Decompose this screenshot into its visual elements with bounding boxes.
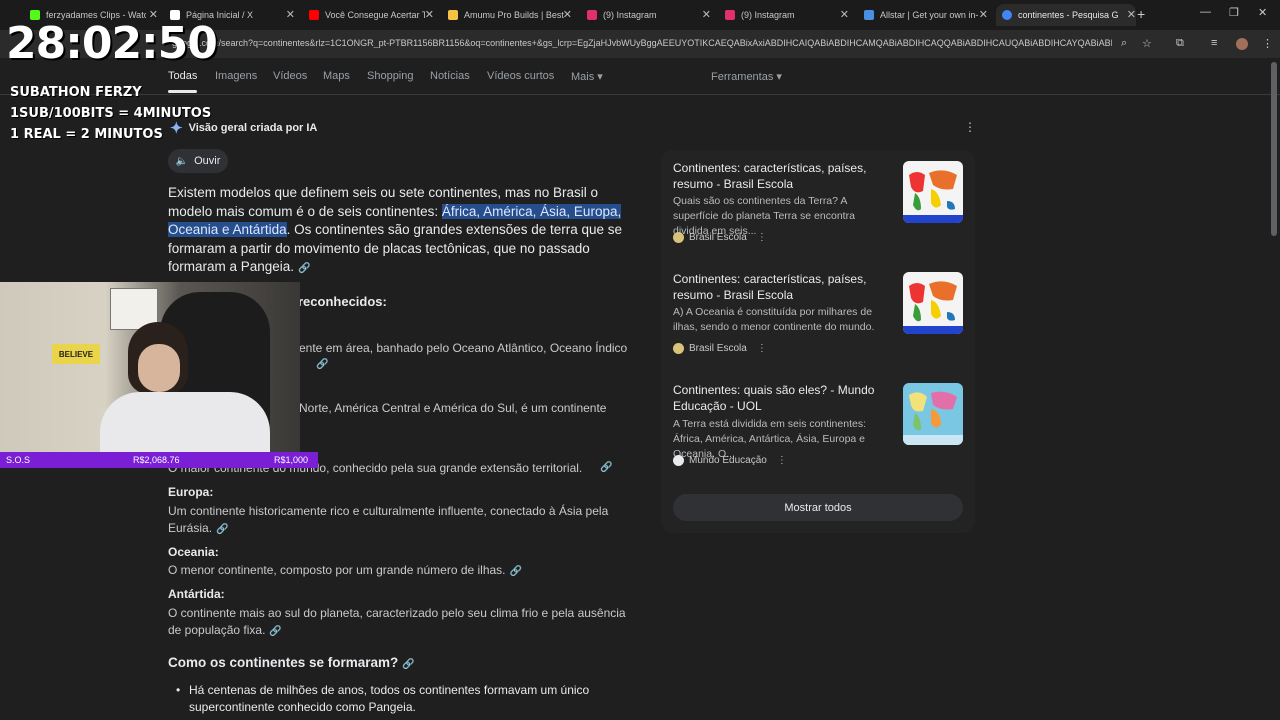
america-description: Norte, América Central e América do Sul,…: [299, 401, 607, 415]
instagram-icon: [587, 10, 597, 20]
source-site-1: Brasil Escola ⋮: [673, 232, 767, 243]
zoom-icon[interactable]: ⌕: [1121, 37, 1127, 50]
world-map-thumbnail[interactable]: [903, 272, 963, 334]
profile-avatar[interactable]: [1236, 38, 1248, 50]
source-site-3: Mundo Educação ⋮: [673, 455, 787, 466]
antartida-heading: Antártida:: [168, 587, 225, 601]
more-options-icon[interactable]: ⋮: [757, 343, 767, 354]
listen-button[interactable]: 🔈 Ouvir: [168, 149, 228, 173]
tab-instagram-2[interactable]: (9) Instagram ✕: [725, 4, 849, 26]
scrollbar[interactable]: [1271, 62, 1277, 236]
link-icon[interactable]: 🔗: [600, 462, 612, 473]
tab-google-search[interactable]: continentes - Pesquisa G ✕: [996, 4, 1136, 26]
link-icon[interactable]: 🔗: [402, 659, 414, 670]
tab-youtube[interactable]: Você Consegue Acertar To ✕: [309, 4, 434, 26]
menu-icon[interactable]: ⋮: [1262, 37, 1273, 50]
more-options-icon[interactable]: ⋮: [757, 232, 767, 243]
tab-instagram-1[interactable]: (9) Instagram ✕: [587, 4, 711, 26]
formation-heading: Como os continentes se formaram? 🔗: [168, 655, 415, 670]
subathon-timer: 28:02:50: [6, 18, 218, 69]
media-icon[interactable]: ≡: [1211, 37, 1217, 49]
tab-videos[interactable]: Vídeos: [273, 70, 307, 82]
europa-heading: Europa:: [168, 485, 214, 499]
probuilds-icon: [448, 10, 458, 20]
tools-button[interactable]: Ferramentas ▾: [711, 70, 782, 83]
maximize-icon[interactable]: ❐: [1229, 6, 1239, 19]
tab-maps[interactable]: Maps: [323, 70, 350, 82]
tab-shopping[interactable]: Shopping: [367, 70, 414, 82]
link-icon[interactable]: 🔗: [298, 263, 310, 274]
oceania-description: O menor continente, composto por um gran…: [168, 563, 522, 577]
believe-sign: BELIEVE: [52, 344, 100, 364]
streamer-face: [138, 344, 180, 392]
tab-mais[interactable]: Mais ▾: [571, 70, 603, 83]
url-field[interactable]: google.com/search?q=continentes&rlz=1C1O…: [172, 38, 1112, 48]
source-desc-2: A) A Oceania é constituída por milhares …: [673, 306, 875, 333]
colorful-map-thumbnail[interactable]: [903, 383, 963, 445]
link-icon[interactable]: 🔗: [269, 626, 281, 637]
donation-goal-bar: S.O.S R$2,068.76 R$1,000: [0, 452, 318, 468]
source-title-2[interactable]: Continentes: características, países, re…: [673, 272, 893, 303]
close-icon[interactable]: ✕: [840, 8, 849, 21]
close-icon[interactable]: ✕: [425, 8, 434, 21]
tab-imagens[interactable]: Imagens: [215, 70, 257, 82]
streamer-body: [100, 392, 270, 452]
brasil-escola-icon: [673, 232, 684, 243]
tab-todas[interactable]: Todas: [168, 70, 198, 93]
instagram-icon: [725, 10, 735, 20]
show-all-button[interactable]: Mostrar todos: [673, 494, 963, 521]
webcam-overlay: BELIEVE: [0, 282, 300, 452]
link-icon[interactable]: 🔗: [216, 524, 228, 535]
tab-videos-curtos[interactable]: Vídeos curtos: [487, 70, 554, 82]
list-item: Há centenas de milhões de anos, todos os…: [176, 682, 606, 716]
source-title-3[interactable]: Continentes: quais são eles? - Mundo Edu…: [673, 383, 893, 414]
close-icon[interactable]: ✕: [702, 8, 711, 21]
more-options-icon[interactable]: ⋮: [964, 120, 976, 134]
subathon-info: SUBATHON FERZY 1SUB/100BITS = 4MINUTOS 1…: [10, 85, 212, 142]
close-icon[interactable]: ✕: [979, 8, 988, 21]
new-tab-button[interactable]: +: [1137, 6, 1145, 22]
mundo-educacao-icon: [673, 455, 684, 466]
source-site-2: Brasil Escola ⋮: [673, 343, 767, 354]
africa-description: ente em área, banhado pelo Oceano Atlânt…: [299, 341, 628, 355]
google-icon: [1002, 10, 1012, 20]
tab-amumu[interactable]: Amumu Pro Builds | Best ✕: [448, 4, 572, 26]
allstar-icon: [864, 10, 874, 20]
close-icon[interactable]: ✕: [563, 8, 572, 21]
recognized-heading: reconhecidos:: [298, 294, 387, 309]
close-icon[interactable]: ✕: [1127, 8, 1136, 21]
oceania-heading: Oceania:: [168, 545, 219, 559]
extensions-icon[interactable]: ⧉: [1176, 37, 1184, 50]
window-close-icon[interactable]: ✕: [1258, 6, 1267, 19]
link-icon[interactable]: 🔗: [316, 359, 328, 370]
tab-noticias[interactable]: Notícias: [430, 70, 470, 82]
bookmark-star-icon[interactable]: ☆: [1142, 37, 1152, 50]
world-map-thumbnail[interactable]: [903, 161, 963, 223]
youtube-icon: [309, 10, 319, 20]
antartida-description: O continente mais ao sul do planeta, car…: [168, 606, 626, 637]
close-icon[interactable]: ✕: [286, 8, 295, 21]
speaker-icon: 🔈: [175, 155, 189, 167]
brasil-escola-icon: [673, 343, 684, 354]
tab-allstar[interactable]: Allstar | Get your own in- ✕: [864, 4, 988, 26]
minimize-icon[interactable]: —: [1200, 6, 1211, 18]
link-icon[interactable]: 🔗: [510, 566, 522, 577]
more-options-icon[interactable]: ⋮: [777, 455, 787, 466]
ai-intro-paragraph: Existem modelos que definem seis ou sete…: [168, 185, 623, 274]
source-title-1[interactable]: Continentes: características, países, re…: [673, 161, 893, 192]
europa-description: Um continente historicamente rico e cult…: [168, 504, 609, 535]
